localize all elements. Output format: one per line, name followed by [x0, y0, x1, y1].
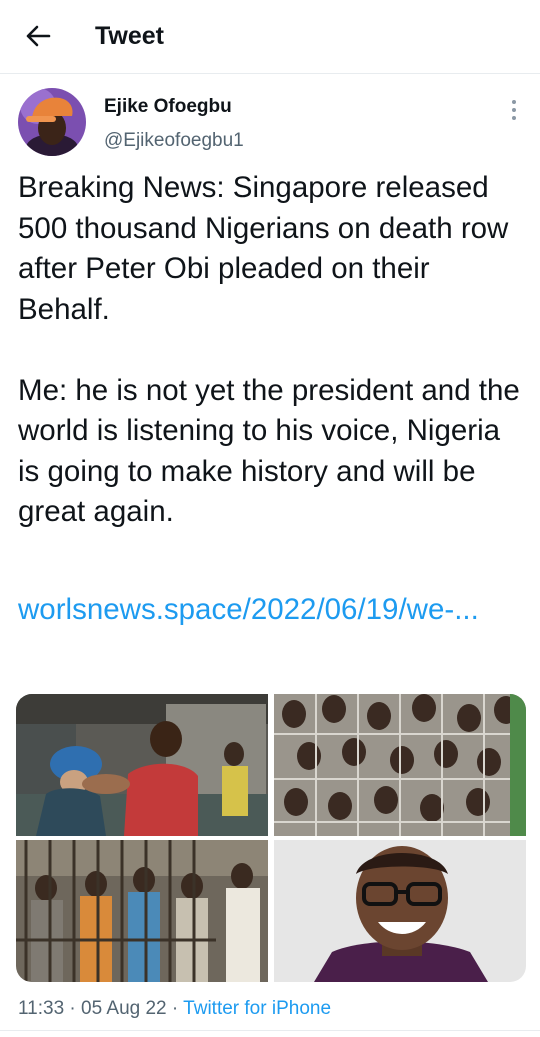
author-name[interactable]: Ejike Ofoegbu [104, 96, 232, 118]
tweet-text: Breaking News: Singapore released 500 th… [18, 171, 520, 528]
more-vertical-icon [511, 99, 517, 126]
back-button[interactable] [18, 20, 58, 56]
tweet-photo-3[interactable] [16, 840, 268, 982]
more-options-button[interactable] [500, 98, 528, 126]
meta-separator: · [171, 998, 179, 1019]
tweet-source[interactable]: Twitter for iPhone [183, 998, 331, 1019]
media-grid [16, 694, 526, 982]
tweet-photo-4[interactable] [274, 840, 526, 982]
tweet-date[interactable]: 05 Aug 22 [81, 998, 167, 1019]
tweet-link[interactable]: worlsnews.space/2022/06/19/we-... [18, 590, 518, 631]
tweet-time[interactable]: 11:33 [18, 998, 64, 1019]
tweet-meta: 11:33 · 05 Aug 22 · Twitter for iPhone [18, 998, 331, 1020]
tweet-photo-2[interactable] [274, 694, 526, 836]
meta-separator: · [69, 998, 76, 1019]
page-title: Tweet [95, 22, 164, 50]
top-bar: Tweet [0, 0, 540, 74]
avatar[interactable] [18, 88, 86, 156]
author-handle[interactable]: @Ejikeofoegbu1 [104, 130, 244, 152]
arrow-left-icon [25, 25, 51, 52]
tweet-photo-1[interactable] [16, 694, 268, 836]
divider [0, 1030, 540, 1031]
